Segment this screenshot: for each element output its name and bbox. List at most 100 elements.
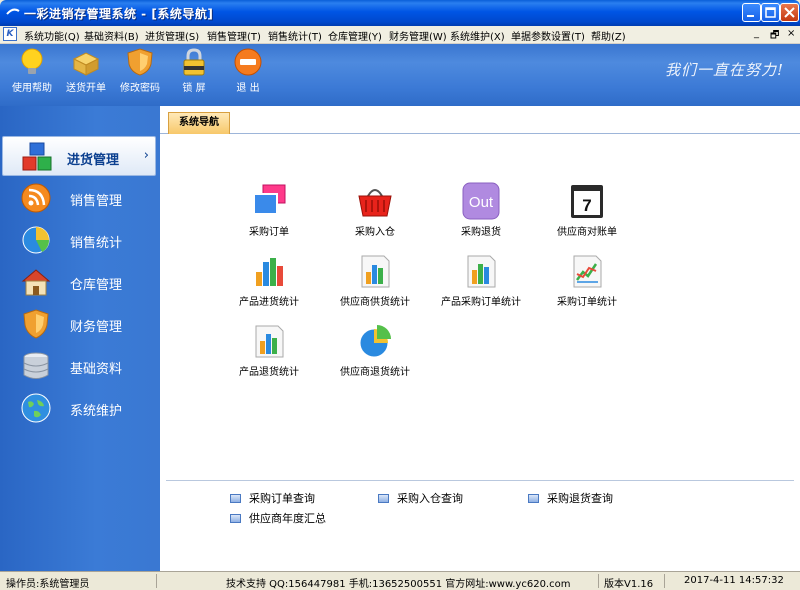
- purchase-order-icon: [253, 184, 286, 215]
- query-bullet-icon: [528, 494, 539, 503]
- function-label: 采购退货: [461, 227, 501, 238]
- po-stats-button[interactable]: 采购订单统计: [542, 252, 632, 312]
- status-support: 技术支持 QQ:156447981 手机:13652500551 官方网址:ww…: [226, 579, 571, 590]
- inbound-query-link[interactable]: 采购入仓查询: [378, 490, 463, 506]
- status-bar: 操作员:系统管理员 技术支持 QQ:156447981 手机:136525005…: [0, 571, 800, 590]
- window-title: 一彩进销存管理系统 - [系统导航]: [24, 7, 214, 21]
- status-separator: [156, 574, 157, 588]
- query-link-label: 采购入仓查询: [397, 492, 463, 505]
- toolbar: 使用帮助 送货开单 修改密码 锁 屏 退 出 我们一直在努力!: [0, 44, 800, 106]
- delivery-order-button[interactable]: 送货开单: [60, 47, 112, 103]
- change-password-label: 修改密码: [120, 83, 160, 94]
- sidebar-item-label: 财务管理: [70, 320, 123, 335]
- menu-document-settings[interactable]: 单据参数设置(T): [511, 28, 585, 43]
- basket-icon: [358, 189, 392, 217]
- product-purchase-stats-button[interactable]: 产品进货统计: [224, 252, 314, 312]
- menu-bar: K 系统功能(Q) 基础资料(B) 进货管理(S) 销售管理(T) 销售统计(T…: [0, 26, 800, 44]
- exit-button[interactable]: 退 出: [222, 47, 274, 103]
- menu-maintenance[interactable]: 系统维护(X): [450, 28, 505, 43]
- status-separator: [664, 574, 665, 588]
- title-bar[interactable]: 一彩进销存管理系统 - [系统导航]: [0, 0, 800, 26]
- query-bullet-icon: [378, 494, 389, 503]
- sidebar-item-finance[interactable]: 财务管理: [2, 304, 156, 344]
- minimize-button[interactable]: [742, 3, 761, 22]
- function-label: 采购入仓: [355, 227, 395, 238]
- query-link-label: 供应商年度汇总: [249, 512, 326, 525]
- warehouse-icon: [21, 269, 51, 296]
- po-query-link[interactable]: 采购订单查询: [230, 490, 315, 506]
- menu-basic-data[interactable]: 基础资料(B): [84, 28, 139, 43]
- query-bullet-icon: [230, 494, 241, 503]
- return-query-link[interactable]: 采购退货查询: [528, 490, 613, 506]
- purchase-return-button[interactable]: Out 采购退货: [436, 182, 526, 242]
- help-button[interactable]: 使用帮助: [6, 47, 58, 103]
- status-separator: [598, 574, 599, 588]
- finance-shield-icon: [23, 309, 49, 339]
- function-label: 产品采购订单统计: [441, 297, 521, 308]
- menu-warehouse[interactable]: 仓库管理(Y): [328, 28, 382, 43]
- function-label: 供应商退货统计: [340, 367, 410, 378]
- sidebar-item-label: 销售管理: [70, 194, 123, 209]
- purchase-inbound-button[interactable]: 采购入仓: [330, 182, 420, 242]
- supplier-return-stats-button[interactable]: 供应商退货统计: [330, 322, 420, 382]
- product-po-stats-button[interactable]: 产品采购订单统计: [436, 252, 526, 312]
- maximize-button[interactable]: [761, 3, 780, 22]
- status-operator: 操作员:系统管理员: [6, 579, 90, 590]
- mdi-minimize-button[interactable]: _: [754, 28, 759, 39]
- slogan: 我们一直在努力!: [665, 61, 785, 79]
- calendar-icon-text: 7: [582, 196, 591, 215]
- tab-system-navigation[interactable]: 系统导航: [168, 112, 230, 134]
- function-label: 采购订单统计: [557, 297, 617, 308]
- purchase-order-button[interactable]: 采购订单: [224, 182, 314, 242]
- lightbulb-icon: [21, 48, 43, 74]
- sidebar-item-basic-data[interactable]: 基础资料: [2, 346, 156, 386]
- sidebar-item-label: 仓库管理: [70, 278, 123, 293]
- close-button[interactable]: [780, 3, 799, 22]
- menu-purchase[interactable]: 进货管理(S): [145, 28, 199, 43]
- chevron-right-icon: ›: [143, 148, 149, 163]
- minimize-icon: [747, 15, 754, 17]
- menu-help[interactable]: 帮助(Z): [591, 28, 626, 43]
- lock-screen-label: 锁 屏: [182, 83, 206, 94]
- exit-label: 退 出: [236, 83, 260, 94]
- lock-screen-button[interactable]: 锁 屏: [168, 47, 220, 103]
- maximize-icon: [765, 7, 776, 18]
- sidebar-item-maintenance[interactable]: 系统维护: [2, 388, 156, 428]
- lock-icon: [183, 48, 205, 76]
- sidebar-item-warehouse[interactable]: 仓库管理: [2, 262, 156, 302]
- function-label: 产品退货统计: [239, 367, 299, 378]
- menu-system[interactable]: 系统功能(Q): [24, 28, 80, 43]
- query-link-label: 采购订单查询: [249, 492, 315, 505]
- supplier-supply-stats-button[interactable]: 供应商供货统计: [330, 252, 420, 312]
- main-content: 系统导航 采购订单 采购入仓 Out 采购退货 7 供应商对账单 产品进货统计 …: [160, 106, 800, 571]
- shield-icon: [127, 48, 153, 76]
- status-datetime: 2017-4-11 14:57:32: [684, 575, 784, 586]
- pie-chart-icon: [22, 226, 50, 254]
- sidebar-item-label: 系统维护: [70, 404, 123, 419]
- function-label: 采购订单: [249, 227, 289, 238]
- sidebar-item-sales-stats[interactable]: 销售统计: [2, 220, 156, 260]
- line-chart-page-icon: [573, 255, 602, 288]
- tab-strip: 系统导航: [160, 106, 800, 134]
- change-password-button[interactable]: 修改密码: [114, 47, 166, 103]
- supplier-statement-button[interactable]: 7 供应商对账单: [542, 182, 632, 242]
- bar-chart-page-icon: [467, 255, 496, 288]
- menu-sales-stats[interactable]: 销售统计(T): [268, 28, 322, 43]
- exit-icon: [234, 48, 262, 76]
- sidebar-item-sales[interactable]: 销售管理: [2, 178, 156, 218]
- mdi-close-button[interactable]: ×: [787, 28, 795, 39]
- out-icon-text: Out: [469, 194, 494, 211]
- help-label: 使用帮助: [12, 83, 52, 94]
- supplier-annual-summary-link[interactable]: 供应商年度汇总: [230, 510, 326, 526]
- mdi-restore-button[interactable]: 🗗: [770, 28, 779, 45]
- database-icon: [23, 352, 49, 379]
- sidebar-item-label: 进货管理: [67, 153, 120, 168]
- menu-finance[interactable]: 财务管理(W): [389, 28, 447, 43]
- product-return-stats-button[interactable]: 产品退货统计: [224, 322, 314, 382]
- menu-sales[interactable]: 销售管理(T): [207, 28, 261, 43]
- sidebar: 进货管理 › 销售管理 销售统计 仓库管理 财务管理 基础资料 系统维护: [0, 106, 160, 571]
- sidebar-item-purchase[interactable]: 进货管理 ›: [2, 136, 156, 176]
- function-label: 供应商对账单: [557, 227, 617, 238]
- app-logo-icon: K: [3, 27, 17, 41]
- status-version: 版本V1.16: [604, 579, 654, 590]
